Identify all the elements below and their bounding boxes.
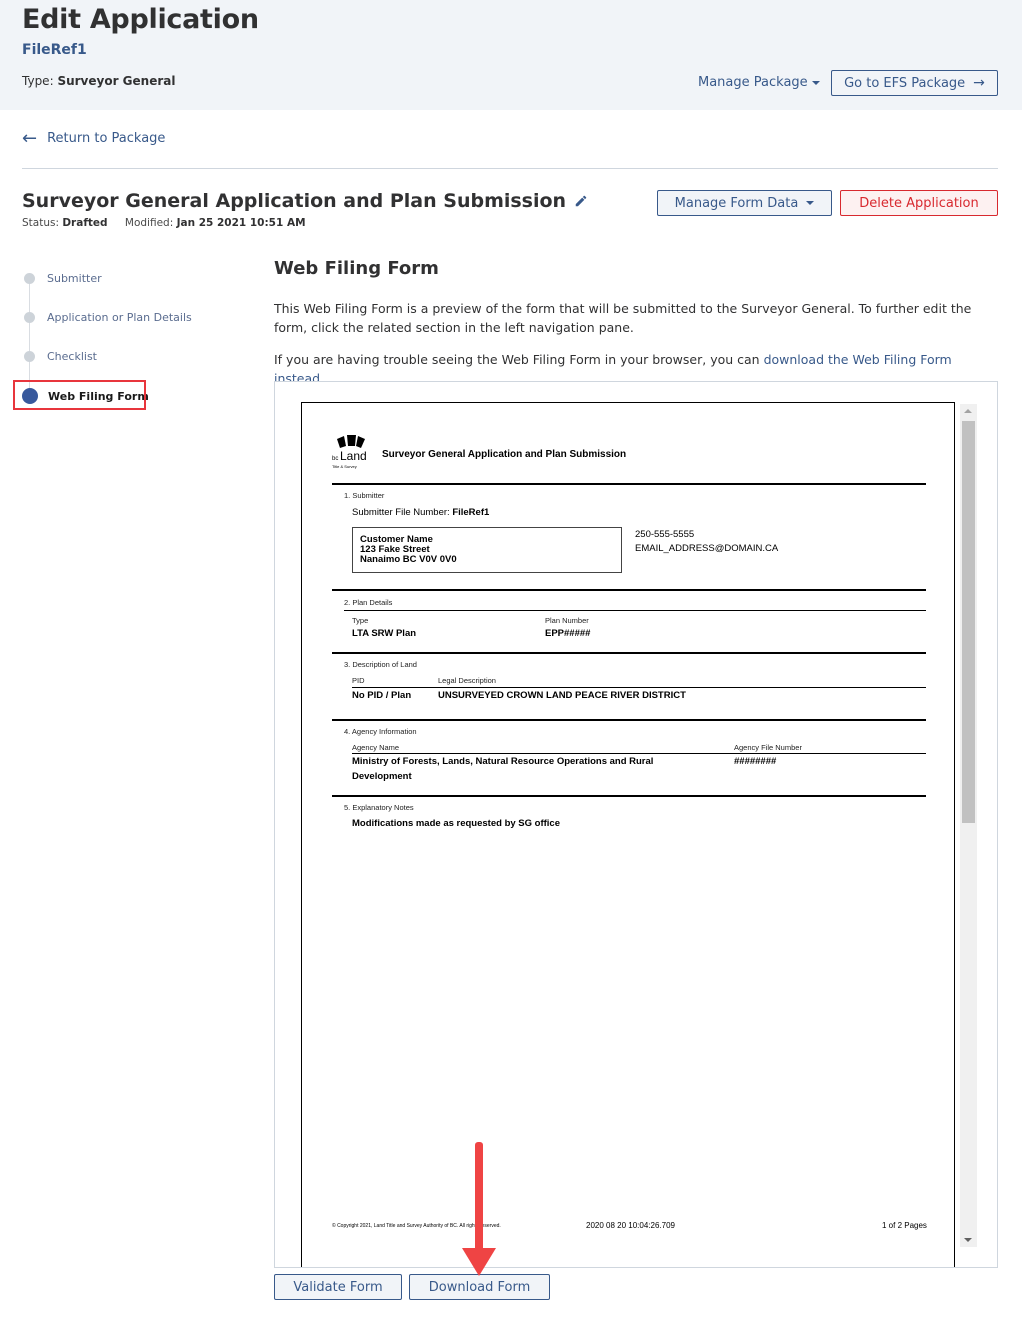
pid-value: No PID / Plan (352, 690, 412, 701)
section-2-title: 2. Plan Details (344, 598, 393, 607)
agency-name-label: Agency Name (352, 743, 400, 752)
manage-package-label: Manage Package (698, 75, 808, 90)
type-value: Surveyor General (57, 74, 176, 88)
annotation-arrow-head-icon (462, 1248, 496, 1276)
go-to-efs-package-button[interactable]: Go to EFS Package → (831, 70, 998, 96)
phone: 250-555-5555 (635, 529, 695, 540)
pid-label: PID (352, 676, 365, 685)
notes-value: Modifications made as requested by SG of… (352, 818, 560, 829)
section-divider (344, 610, 926, 611)
scroll-up-icon[interactable] (964, 409, 972, 413)
form-title: Surveyor General Application and Plan Su… (382, 449, 627, 460)
highlight-box (13, 380, 146, 410)
step-application-details[interactable]: Application or Plan Details (22, 307, 192, 327)
validate-form-label: Validate Form (293, 1279, 383, 1295)
arrow-right-icon: → (973, 75, 985, 91)
annotation-arrow-shaft (475, 1142, 483, 1252)
section-1-title: 1. Submitter (344, 491, 385, 500)
step-dot-icon (24, 311, 35, 323)
step-dot-icon (24, 272, 35, 284)
step-label: Submitter (47, 271, 102, 285)
manage-form-data-label: Manage Form Data (674, 195, 799, 211)
legal-description-label: Legal Description (438, 676, 496, 685)
return-to-package-link[interactable]: ← Return to Package (22, 127, 166, 149)
delete-application-button[interactable]: Delete Application (840, 190, 998, 216)
address-box: Customer Name 123 Fake Street Nanaimo BC… (352, 527, 622, 573)
delete-application-label: Delete Application (859, 195, 979, 211)
submitter-file-value: FileRef1 (452, 507, 490, 518)
modified-value: Jan 25 2021 10:51 AM (176, 217, 306, 229)
step-label: Application or Plan Details (47, 310, 192, 324)
download-form-label: Download Form (428, 1279, 531, 1295)
page-header: Edit Application FileRef1 Type: Surveyor… (0, 0, 1022, 110)
submitter-file-label: Submitter File Number: (352, 507, 450, 518)
section-divider (332, 652, 926, 654)
section-divider (332, 795, 926, 797)
download-form-button[interactable]: Download Form (409, 1274, 550, 1300)
scrollbar-thumb[interactable] (962, 421, 975, 823)
section-divider (352, 753, 926, 754)
section-4-title: 4. Agency Information (344, 727, 417, 736)
bc-land-logo-icon: bc Land Title & Survey (332, 435, 367, 469)
caret-down-icon (806, 201, 815, 205)
plan-number-label: Plan Number (545, 616, 589, 625)
svg-text:bc: bc (332, 456, 338, 462)
svg-text:Title & Survey: Title & Survey (332, 464, 357, 469)
email: EMAIL_ADDRESS@DOMAIN.CA (635, 543, 779, 554)
arrow-left-icon: ← (22, 127, 38, 149)
agency-name-value-1: Ministry of Forests, Lands, Natural Reso… (352, 756, 654, 767)
manage-form-data-button[interactable]: Manage Form Data (657, 190, 832, 216)
status-label: Status: (22, 217, 59, 229)
section-divider (332, 589, 926, 591)
type-label: Type (352, 616, 369, 625)
scroll-down-icon[interactable] (964, 1238, 972, 1242)
submitter-file-number: Submitter File Number: FileRef1 (352, 507, 489, 518)
status-line: Status: Drafted Modified: Jan 25 2021 10… (22, 217, 306, 229)
pdf-viewer[interactable]: bc Land Title & Survey Surveyor General … (274, 381, 998, 1268)
type-value: LTA SRW Plan (352, 628, 417, 639)
pdf-scrollbar[interactable] (960, 404, 977, 1247)
intro-paragraph: This Web Filing Form is a preview of the… (274, 301, 972, 335)
step-dot-icon (24, 350, 35, 362)
agency-file-value: ######## (734, 756, 777, 767)
section-divider (332, 719, 926, 721)
agency-name-value-2: Development (352, 771, 412, 782)
type-label: Type: (22, 74, 54, 88)
address-line: Nanaimo BC V0V 0V0 (360, 554, 457, 565)
modified-label: Modified: (124, 217, 174, 229)
legal-description-value: UNSURVEYED CROWN LAND PEACE RIVER DISTRI… (438, 690, 686, 701)
go-to-efs-label: Go to EFS Package (844, 75, 966, 91)
file-reference: FileRef1 (22, 42, 87, 58)
plan-number-value: EPP##### (545, 628, 591, 639)
edit-pencil-icon[interactable] (574, 194, 588, 208)
svg-text:Land: Land (340, 449, 367, 463)
status-value: Drafted (62, 217, 108, 229)
section-title: Web Filing Form (274, 258, 439, 279)
page-title: Edit Application (22, 4, 259, 35)
section-divider (352, 687, 926, 688)
pdf-page: bc Land Title & Survey Surveyor General … (301, 402, 955, 1267)
trouble-prefix: If you are having trouble seeing the Web… (274, 352, 764, 367)
section-divider (332, 483, 926, 485)
step-checklist[interactable]: Checklist (22, 346, 97, 366)
manage-package-dropdown[interactable]: Manage Package (698, 75, 820, 90)
step-submitter[interactable]: Submitter (22, 268, 102, 288)
section-5-title: 5. Explanatory Notes (344, 803, 414, 812)
footer-pages: 1 of 2 Pages (882, 1221, 927, 1230)
validate-form-button[interactable]: Validate Form (274, 1274, 402, 1300)
section-3-title: 3. Description of Land (344, 660, 417, 669)
application-type: Type: Surveyor General (22, 74, 175, 88)
return-label: Return to Package (47, 131, 166, 146)
caret-down-icon (811, 80, 820, 85)
application-title-text: Surveyor General Application and Plan Su… (22, 190, 567, 212)
divider (22, 168, 998, 169)
agency-file-label: Agency File Number (734, 743, 802, 752)
footer-timestamp: 2020 08 20 10:04:26.709 (586, 1221, 675, 1230)
step-label: Checklist (47, 349, 97, 363)
application-title: Surveyor General Application and Plan Su… (22, 190, 588, 212)
